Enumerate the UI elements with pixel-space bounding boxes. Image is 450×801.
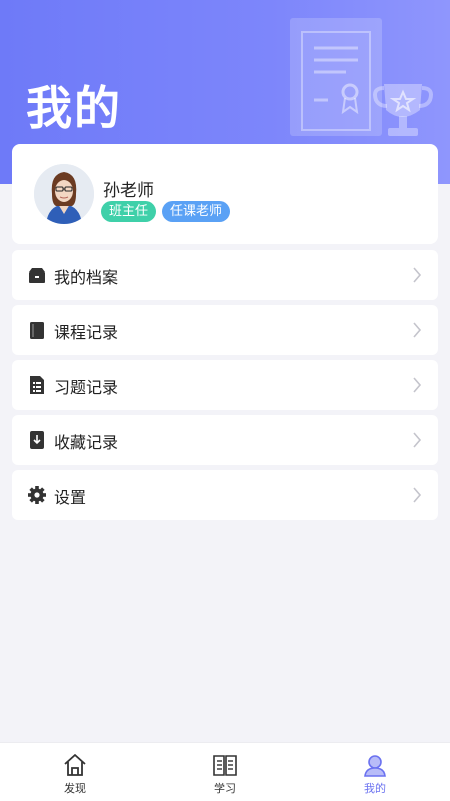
chevron-right-icon [413,267,422,283]
menu-label: 我的档案 [54,268,119,287]
document-list-icon [30,376,44,394]
menu-item-course-records[interactable]: 课程记录 [12,305,438,355]
tab-study[interactable]: 学习 [150,743,300,801]
profile-card[interactable]: 孙老师 班主任 任课老师 [12,144,438,244]
home-icon [64,754,86,776]
tab-mine[interactable]: 我的 [300,743,450,801]
certificate-trophy-decoration [290,18,433,136]
menu-label: 设置 [54,488,87,507]
tab-label: 发现 [64,782,86,795]
chevron-right-icon [413,487,422,503]
menu-label: 课程记录 [54,323,119,342]
menu-item-favorites[interactable]: 收藏记录 [12,415,438,465]
menu-item-exercise-records[interactable]: 习题记录 [12,360,438,410]
menu-label: 收藏记录 [54,433,119,452]
chevron-right-icon [413,322,422,338]
tab-discover[interactable]: 发现 [0,743,150,801]
chevron-right-icon [413,377,422,393]
avatar[interactable] [34,164,94,224]
role-badge-subject-teacher: 任课老师 [162,201,231,222]
book-icon [30,322,44,339]
user-name: 孙老师 [103,181,154,201]
bookmark-download-icon [30,431,44,449]
role-badge-head-teacher: 班主任 [101,201,157,222]
archive-box-icon [29,268,45,283]
menu-item-settings[interactable]: 设置 [12,470,438,520]
gear-icon [28,486,46,504]
bottom-tab-bar: 发现 学习 我的 [0,742,450,801]
open-book-icon [213,755,237,776]
user-icon [364,755,386,777]
menu-label: 习题记录 [54,378,119,397]
tab-label: 我的 [364,782,386,795]
menu-item-my-archive[interactable]: 我的档案 [12,250,438,300]
chevron-right-icon [413,432,422,448]
tab-label: 学习 [214,782,236,795]
page-title: 我的 [26,81,122,135]
